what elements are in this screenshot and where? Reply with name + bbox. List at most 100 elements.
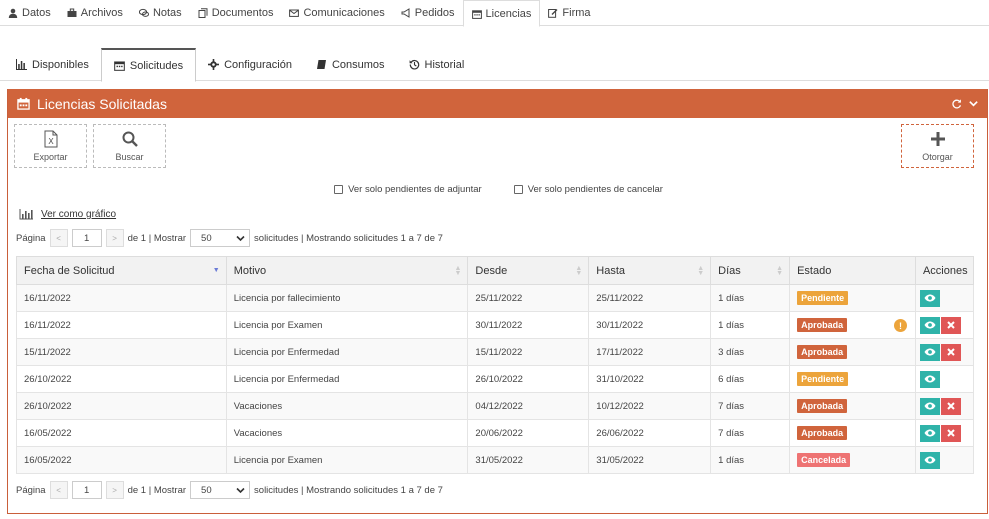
cell-motivo: Licencia por Examen xyxy=(225,446,469,474)
warning-icon[interactable]: ! xyxy=(893,319,907,332)
cell-motivo: Licencia por fallecimiento xyxy=(225,284,469,312)
column-header[interactable]: Acciones xyxy=(914,256,975,285)
cell-estado: Aprobada xyxy=(789,419,916,447)
table-row[interactable]: 15/11/2022 Licencia por Enfermedad 15/11/2… xyxy=(16,338,975,366)
view-button[interactable] xyxy=(919,424,940,442)
excel-file-icon: X xyxy=(44,130,57,148)
tab-licencias[interactable]: Licencias xyxy=(462,0,541,27)
cell-dias: 7 días xyxy=(710,392,791,420)
svg-text:X: X xyxy=(48,137,54,146)
tab-pedidos[interactable]: Pedidos xyxy=(393,0,463,26)
column-header-label: Días xyxy=(718,264,741,277)
chevron-down-icon[interactable] xyxy=(968,98,979,109)
table-row[interactable]: 16/11/2022 Licencia por Examen 30/11/2022 3… xyxy=(16,311,975,339)
filter-pending-cancel-label: Ver solo pendientes de cancelar xyxy=(527,184,663,195)
cell-dias: 3 días xyxy=(710,338,791,366)
calendar-icon xyxy=(17,97,30,110)
prev-page-button[interactable]: < xyxy=(49,481,68,499)
view-button[interactable] xyxy=(919,343,940,361)
cell-dias: 7 días xyxy=(710,419,791,447)
column-header[interactable]: Desde ▲ ▼ xyxy=(467,256,590,285)
view-button[interactable] xyxy=(919,451,940,469)
cell-hasta: 26/06/2022 xyxy=(588,419,712,447)
cell-motivo: Licencia por Examen xyxy=(225,311,469,339)
sort-desc-icon: ▼ xyxy=(212,267,220,274)
page-of-text: de 1 | Mostrar xyxy=(127,484,187,496)
close-icon xyxy=(947,321,955,329)
tab-archivos[interactable]: Archivos xyxy=(59,0,131,26)
next-page-button[interactable]: > xyxy=(105,229,124,247)
cell-estado: Aprobada xyxy=(789,338,916,366)
close-icon xyxy=(947,348,955,356)
filters: Ver solo pendientes de adjuntar Ver solo… xyxy=(8,184,989,195)
export-button[interactable]: X Exportar xyxy=(14,124,87,168)
next-page-button[interactable]: > xyxy=(105,481,124,499)
table-row[interactable]: 26/10/2022 Vacaciones 04/12/2022 10/12/2022… xyxy=(16,392,975,420)
search-icon xyxy=(122,131,138,147)
view-button[interactable] xyxy=(919,370,940,388)
checkbox[interactable] xyxy=(513,185,523,194)
subtab-historial[interactable]: Historial xyxy=(397,48,477,81)
prev-page-button[interactable]: < xyxy=(49,229,68,247)
page-size-select[interactable]: 50 xyxy=(190,229,251,247)
delete-button[interactable] xyxy=(940,397,961,415)
cell-acciones xyxy=(914,446,975,474)
delete-button[interactable] xyxy=(940,343,961,361)
cell-fecha: 16/11/2022 xyxy=(16,311,227,339)
filter-pending-attach[interactable]: Ver solo pendientes de adjuntar xyxy=(334,184,482,195)
tab-label: Datos xyxy=(22,7,51,19)
subtab-label: Historial xyxy=(424,58,465,71)
view-button[interactable] xyxy=(919,316,940,334)
bar-chart-icon xyxy=(16,59,27,70)
cell-hasta: 25/11/2022 xyxy=(588,284,712,312)
page-input[interactable]: 1 xyxy=(71,481,102,499)
cell-hasta: 31/05/2022 xyxy=(588,446,712,474)
tab-label: Archivos xyxy=(80,7,123,19)
filter-pending-cancel[interactable]: Ver solo pendientes de cancelar xyxy=(513,184,663,195)
cell-fecha: 26/10/2022 xyxy=(16,392,227,420)
cell-estado: Pendiente xyxy=(789,284,916,312)
tab-notas[interactable]: Notas xyxy=(131,0,190,26)
view-button[interactable] xyxy=(919,397,940,415)
panel-header: Licencias Solicitadas xyxy=(8,89,987,118)
delete-button[interactable] xyxy=(940,424,961,442)
view-button[interactable] xyxy=(919,289,940,307)
eye-icon xyxy=(924,348,936,356)
table-row[interactable]: 16/05/2022 Licencia por Examen 31/05/2022 3… xyxy=(16,446,975,474)
refresh-icon[interactable] xyxy=(951,98,962,109)
page-size-value: 50 xyxy=(201,484,212,496)
subtab-consumos[interactable]: Consumos xyxy=(304,48,397,81)
subtab-configuracion[interactable]: Configuración xyxy=(196,48,304,81)
tab-documentos[interactable]: Documentos xyxy=(190,0,282,26)
tab-datos[interactable]: Datos xyxy=(0,0,59,26)
page-input[interactable]: 1 xyxy=(71,229,102,247)
grant-button[interactable]: Otorgar xyxy=(901,124,974,168)
top-tabs: Datos Archivos Notas Documentos Comunicacion… xyxy=(0,0,989,27)
grant-label: Otorgar xyxy=(922,152,953,162)
subtab-disponibles[interactable]: Disponibles xyxy=(4,48,101,81)
chevron-down-icon xyxy=(236,235,245,241)
subtab-solicitudes[interactable]: Solicitudes xyxy=(100,48,197,82)
cell-acciones xyxy=(914,365,975,393)
table-row[interactable]: 16/05/2022 Vacaciones 20/06/2022 26/06/2022… xyxy=(16,419,975,447)
tab-comunicaciones[interactable]: Comunicaciones xyxy=(281,0,392,26)
page-size-select[interactable]: 50 xyxy=(190,481,251,499)
cell-fecha: 26/10/2022 xyxy=(16,365,227,393)
table-row[interactable]: 16/11/2022 Licencia por fallecimiento 25/1… xyxy=(16,284,975,312)
search-button[interactable]: Buscar xyxy=(93,124,166,168)
column-header[interactable]: Motivo ▲ ▼ xyxy=(225,256,469,285)
column-header[interactable]: Hasta ▲ ▼ xyxy=(588,256,712,285)
column-header[interactable]: Estado xyxy=(789,256,916,285)
gear-icon xyxy=(208,59,220,70)
column-header[interactable]: Días ▲ ▼ xyxy=(710,256,791,285)
pager-summary: solicitudes | Mostrando solicitudes 1 a … xyxy=(254,484,443,496)
tab-firma[interactable]: Firma xyxy=(540,0,598,26)
calendar-icon xyxy=(471,9,482,19)
table-row[interactable]: 26/10/2022 Licencia por Enfermedad 26/10/2… xyxy=(16,365,975,393)
column-header[interactable]: Fecha de Solicitud ▼ xyxy=(16,256,227,285)
pager-summary: solicitudes | Mostrando solicitudes 1 a … xyxy=(254,232,443,244)
plus-icon xyxy=(930,132,945,146)
chart-link[interactable]: Ver como gráfico xyxy=(19,209,116,220)
delete-button[interactable] xyxy=(940,316,961,334)
checkbox[interactable] xyxy=(334,185,344,194)
